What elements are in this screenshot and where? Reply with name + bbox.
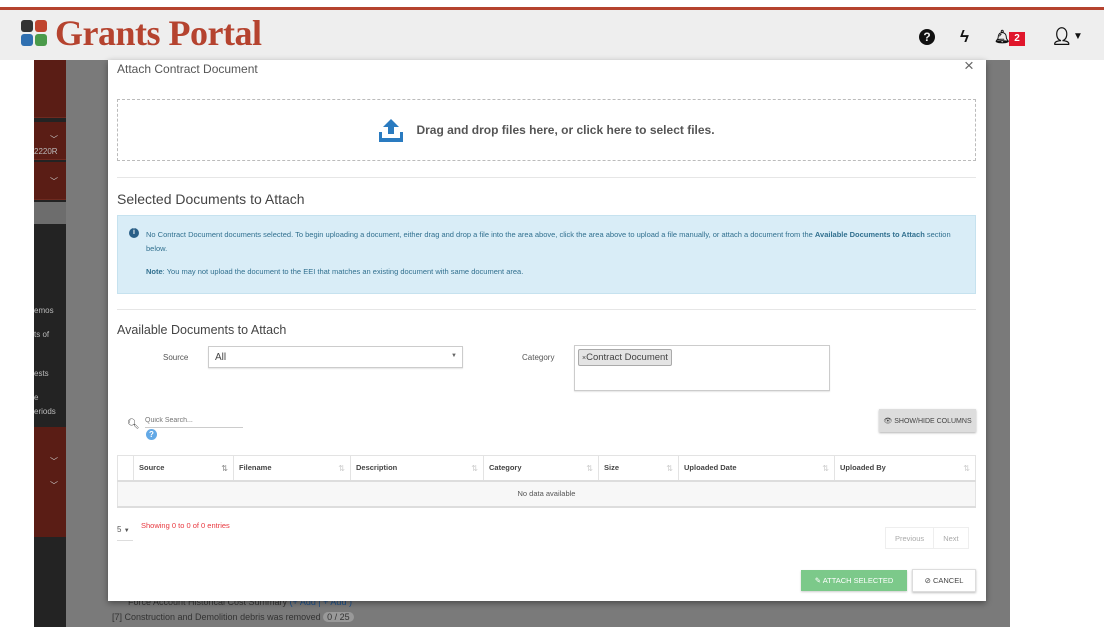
selected-heading: Selected Documents to Attach [117, 191, 305, 207]
dropzone-text: Drag and drop files here, or click here … [416, 123, 715, 137]
eye-icon: 👁︎ [883, 417, 895, 425]
bolt-icon[interactable]: ϟ [960, 27, 969, 47]
help-circle-icon[interactable]: ? [919, 29, 935, 45]
pagination: Previous Next [885, 527, 969, 549]
column-header-size[interactable]: Size ⇅ [598, 455, 679, 482]
quick-search-input[interactable] [145, 412, 243, 428]
info-icon: i [129, 228, 139, 238]
caret-down-icon: ▼ [451, 353, 457, 359]
previous-button[interactable]: Previous [886, 528, 935, 548]
sidebar-text[interactable]: e [34, 393, 66, 402]
column-header-uploaded-date[interactable]: Uploaded Date ⇅ [678, 455, 835, 482]
sidebar-text[interactable]: emos [34, 306, 66, 315]
sidebar-text[interactable]: ests [34, 369, 66, 378]
divider [117, 177, 976, 178]
documents-table: Source ⇅ Filename ⇅ Description ⇅ Category ⇅… [117, 455, 976, 508]
divider [117, 309, 976, 310]
empty-message: No data available [117, 480, 976, 508]
source-select[interactable]: All ▼ [208, 346, 463, 368]
sort-icon: ⇅ [471, 464, 478, 473]
logo-text[interactable]: Grants Portal [55, 12, 262, 54]
modal-title: Attach Contract Document [117, 62, 258, 76]
sidebar-text[interactable]: ts of [34, 330, 66, 339]
sidebar-text[interactable]: eriods [34, 407, 66, 416]
attach-document-modal: Attach Contract Document × Drag and drop… [108, 56, 986, 601]
sidebar-item[interactable] [34, 202, 66, 224]
user-icon[interactable]: 👤︎ [1051, 27, 1073, 47]
entries-info: Showing 0 to 0 of 0 entries [141, 521, 230, 530]
column-header-description[interactable]: Description ⇅ [350, 455, 484, 482]
caret-down-icon[interactable]: ▼ [1073, 31, 1083, 42]
source-label: Source [163, 353, 189, 362]
cancel-button[interactable]: ⊘ CANCEL [912, 569, 976, 592]
close-icon[interactable]: × [964, 56, 974, 76]
file-dropzone[interactable]: Drag and drop files here, or click here … [117, 99, 976, 161]
paperclip-icon: ✎ [814, 576, 823, 585]
sort-icon: ⇅ [586, 464, 593, 473]
category-label: Category [522, 353, 555, 362]
info-alert: i No Contract Document documents selecte… [117, 215, 976, 294]
logo-icon [21, 20, 49, 50]
page-length-select[interactable]: 5 ▼ [117, 525, 133, 541]
available-heading: Available Documents to Attach [117, 323, 287, 337]
ban-icon: ⊘ [924, 576, 933, 585]
select-column-header[interactable] [117, 455, 134, 482]
sort-icon: ⇅ [963, 464, 970, 473]
sort-icon: ⇅ [822, 464, 829, 473]
table-row-empty: No data available [117, 480, 976, 508]
search-icon: 🔍︎ [127, 419, 140, 430]
column-header-source[interactable]: Source ⇅ [133, 455, 234, 482]
help-icon[interactable]: ? [146, 429, 157, 440]
next-button[interactable]: Next [934, 528, 967, 548]
column-header-filename[interactable]: Filename ⇅ [233, 455, 351, 482]
background-row: [7] Construction and Demolition debris w… [112, 612, 354, 622]
column-header-uploaded-by[interactable]: Uploaded By ⇅ [834, 455, 976, 482]
sort-icon: ⇅ [338, 464, 345, 473]
sidebar: ﹀ 2220R ﹀ emos ts of ests e eriods ﹀ ﹀ [34, 60, 66, 627]
show-hide-columns-button[interactable]: 👁︎ SHOW/HIDE COLUMNS [879, 409, 976, 432]
sort-icon: ⇅ [666, 464, 673, 473]
sidebar-text: 2220R [34, 147, 58, 156]
category-tag[interactable]: ×Contract Document [578, 349, 672, 366]
attach-selected-button[interactable]: ✎ ATTACH SELECTED [801, 570, 907, 591]
category-multiselect[interactable]: ×Contract Document [574, 345, 830, 391]
upload-icon [379, 119, 404, 142]
notification-badge[interactable]: 2 [1009, 32, 1025, 46]
column-header-category[interactable]: Category ⇅ [483, 455, 599, 482]
sort-icon: ⇅ [221, 464, 228, 473]
